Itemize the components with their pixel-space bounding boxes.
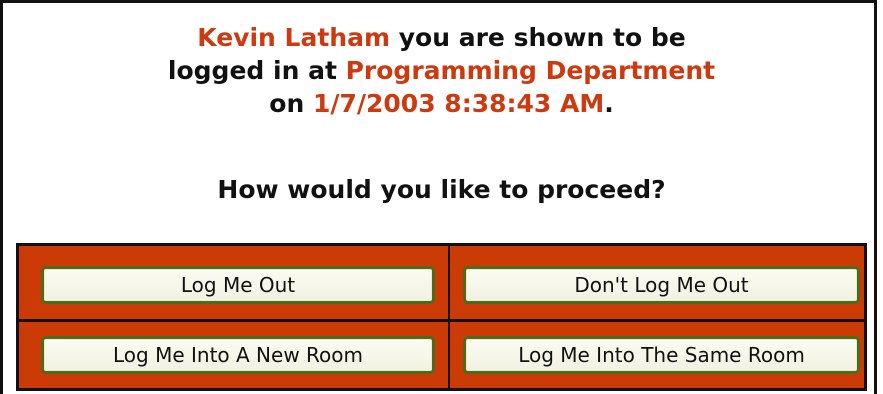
status-text-2: logged in at xyxy=(167,56,346,85)
user-name: Kevin Latham xyxy=(197,23,391,52)
log-into-new-room-button[interactable]: Log Me Into A New Room xyxy=(41,336,435,374)
dont-log-me-out-button[interactable]: Don't Log Me Out xyxy=(463,266,860,304)
status-text-4: . xyxy=(604,89,614,118)
status-line-1: Kevin Latham you are shown to be xyxy=(3,21,880,54)
status-line-2: logged in at Programming Department xyxy=(3,54,880,87)
status-line-3: on 1/7/2003 8:38:43 AM. xyxy=(3,87,880,120)
location-name: Programming Department xyxy=(345,56,716,85)
log-me-out-button[interactable]: Log Me Out xyxy=(41,266,435,304)
grid-divider-horizontal xyxy=(19,319,864,322)
status-text-3: on xyxy=(269,89,313,118)
log-into-same-room-button[interactable]: Log Me Into The Same Room xyxy=(463,336,860,374)
login-status-message: Kevin Latham you are shown to be logged … xyxy=(3,21,880,120)
proceed-prompt: How would you like to proceed? xyxy=(217,175,666,204)
grid-divider-vertical xyxy=(448,246,450,388)
action-button-grid: Log Me Out Don't Log Me Out Log Me Into … xyxy=(16,243,867,391)
dialog-frame: Kevin Latham you are shown to be logged … xyxy=(0,0,877,394)
status-text-1: you are shown to be xyxy=(390,23,686,52)
login-timestamp: 1/7/2003 8:38:43 AM xyxy=(312,89,605,118)
